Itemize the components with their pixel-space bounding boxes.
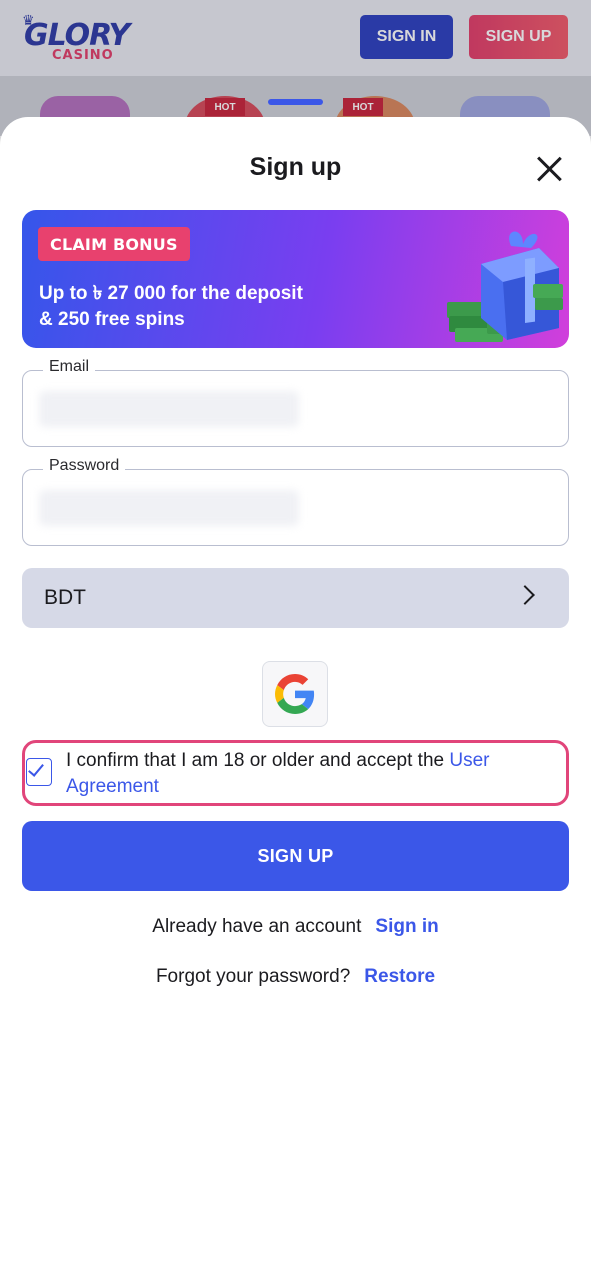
age-consent-checkbox[interactable] bbox=[26, 758, 52, 786]
signin-row: Already have an account Sign in bbox=[0, 916, 591, 938]
forgot-prompt: Forgot your password? bbox=[155, 966, 351, 987]
restore-link[interactable]: Restore bbox=[364, 966, 435, 988]
close-icon[interactable] bbox=[535, 155, 563, 183]
bonus-banner[interactable]: CLAIM BONUS Up to ৳ 27 000 for the depos… bbox=[22, 210, 569, 348]
forgot-row: Forgot your password? Restore bbox=[0, 966, 591, 988]
bonus-line-1: Up to ৳ 27 000 for the deposit bbox=[39, 283, 303, 304]
sheet-drag-handle[interactable] bbox=[268, 99, 323, 105]
gift-box-icon bbox=[447, 231, 563, 342]
currency-value: BDT bbox=[44, 586, 86, 609]
email-input[interactable] bbox=[39, 391, 299, 427]
password-label: Password bbox=[43, 457, 126, 475]
signin-prompt: Already have an account bbox=[152, 916, 362, 937]
bonus-text: Up to ৳ 27 000 for the deposit & 250 fre… bbox=[39, 281, 359, 333]
currency-select[interactable]: BDT bbox=[22, 568, 569, 628]
email-field[interactable]: Email bbox=[22, 358, 569, 447]
consent-text: I confirm that I am 18 or older and acce… bbox=[66, 748, 546, 800]
bonus-line-2: & 250 free spins bbox=[39, 309, 185, 330]
google-signin-button[interactable] bbox=[262, 661, 328, 727]
claim-bonus-tag: CLAIM BONUS bbox=[38, 227, 190, 261]
sign-in-link[interactable]: Sign in bbox=[375, 916, 438, 938]
modal-title: Sign up bbox=[249, 153, 342, 181]
google-icon bbox=[275, 674, 315, 714]
checkmark-icon bbox=[28, 760, 44, 777]
password-input[interactable] bbox=[39, 490, 299, 526]
password-field[interactable]: Password bbox=[22, 457, 569, 546]
email-label: Email bbox=[43, 358, 96, 376]
consent-label: I confirm that I am 18 or older and acce… bbox=[66, 750, 450, 771]
sign-up-button[interactable]: SIGN UP bbox=[22, 821, 569, 891]
